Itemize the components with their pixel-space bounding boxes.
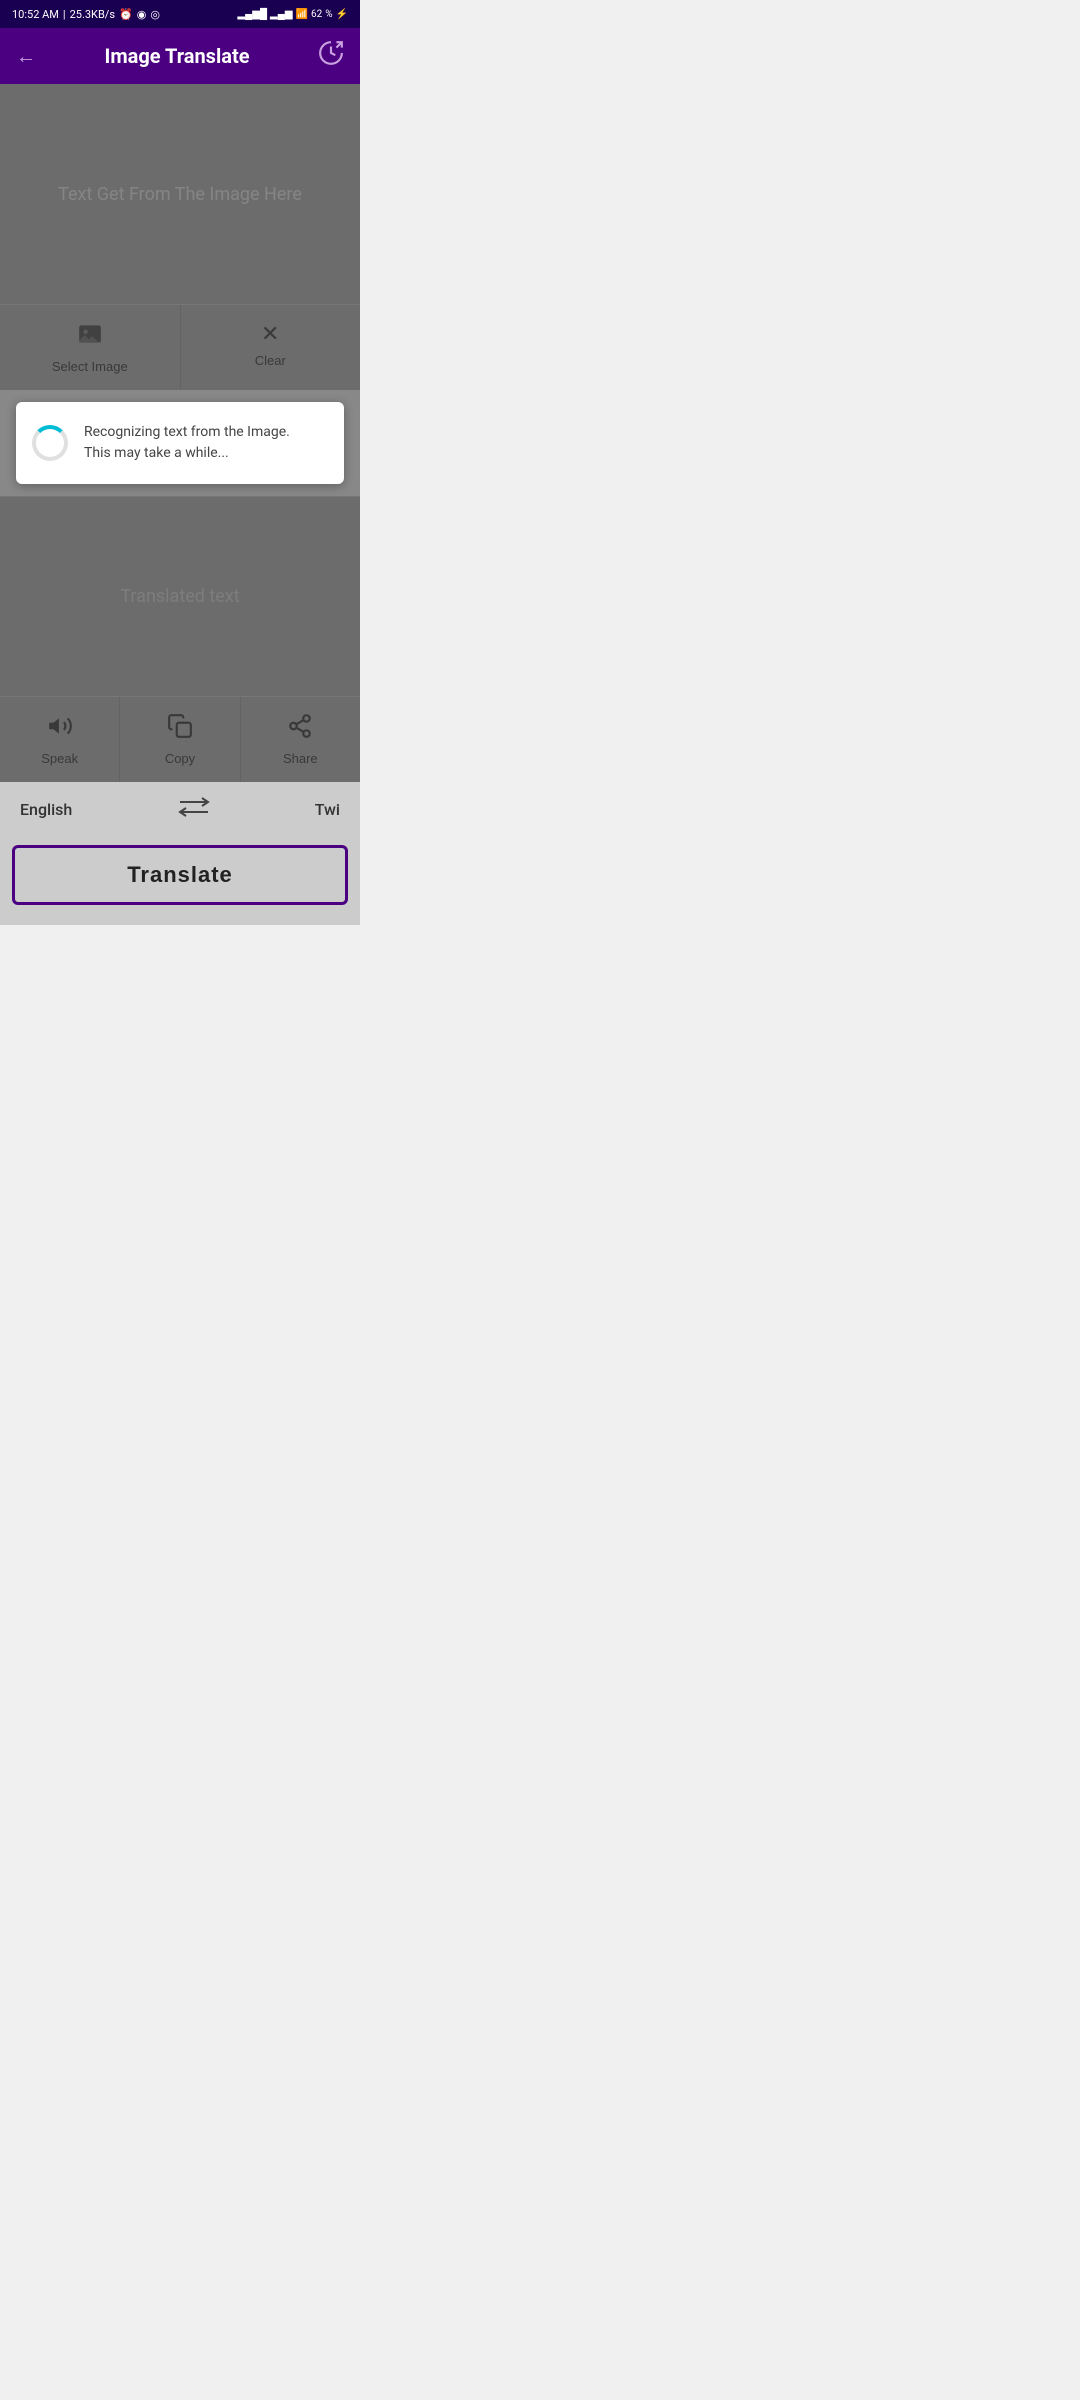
translate-button[interactable]: Translate [12, 845, 348, 905]
separator: | [63, 8, 66, 21]
app-icon-1: ◉ [137, 8, 147, 21]
dimmed-overlay-btns [0, 305, 360, 390]
page-title: Image Translate [104, 44, 249, 68]
swap-language-button[interactable] [178, 796, 210, 823]
status-right: ▂▄▆█ ▂▄▆ 📶 62 % ⚡ [237, 9, 348, 20]
back-button[interactable]: ← [16, 44, 36, 69]
battery-label: 62 [311, 9, 322, 20]
charging-icon: ⚡ [336, 9, 348, 20]
language-bar: English Twi [0, 782, 360, 837]
loading-message: Recognizing text from the Image. This ma… [84, 422, 290, 464]
app-header: ← Image Translate [0, 28, 360, 84]
signal-icon-2: ▂▄▆ [270, 9, 292, 20]
source-text-area[interactable]: Text Get From The Image Here [0, 84, 360, 304]
time: 10:52 AM [12, 8, 59, 21]
target-language[interactable]: Twi [315, 800, 340, 819]
alarm-icon: ⏰ [119, 8, 133, 21]
main-content: Text Get From The Image Here Select Imag… [0, 84, 360, 782]
wifi-icon: 📶 [296, 9, 308, 20]
history-icon[interactable] [318, 40, 344, 72]
translated-text-area[interactable]: Translated text [0, 496, 360, 696]
battery-percent: % [325, 9, 332, 20]
image-action-row: Select Image ✕ Clear [0, 304, 360, 390]
loading-dialog: Recognizing text from the Image. This ma… [16, 402, 344, 484]
signal-icon: ▂▄▆█ [237, 9, 267, 20]
dimmed-overlay-top [0, 84, 360, 304]
bottom-action-row: Speak Copy Share [0, 696, 360, 782]
loading-spinner [32, 425, 68, 461]
dimmed-overlay-bottom [0, 697, 360, 782]
status-bar: 10:52 AM | 25.3KB/s ⏰ ◉ ◎ ▂▄▆█ ▂▄▆ 📶 62 … [0, 0, 360, 28]
app-icon-2: ◎ [150, 8, 160, 21]
dimmed-overlay-translated [0, 497, 360, 696]
network-speed: 25.3KB/s [70, 8, 115, 21]
source-language[interactable]: English [20, 800, 72, 819]
status-left: 10:52 AM | 25.3KB/s ⏰ ◉ ◎ [12, 8, 160, 21]
translate-btn-container: Translate [0, 837, 360, 925]
